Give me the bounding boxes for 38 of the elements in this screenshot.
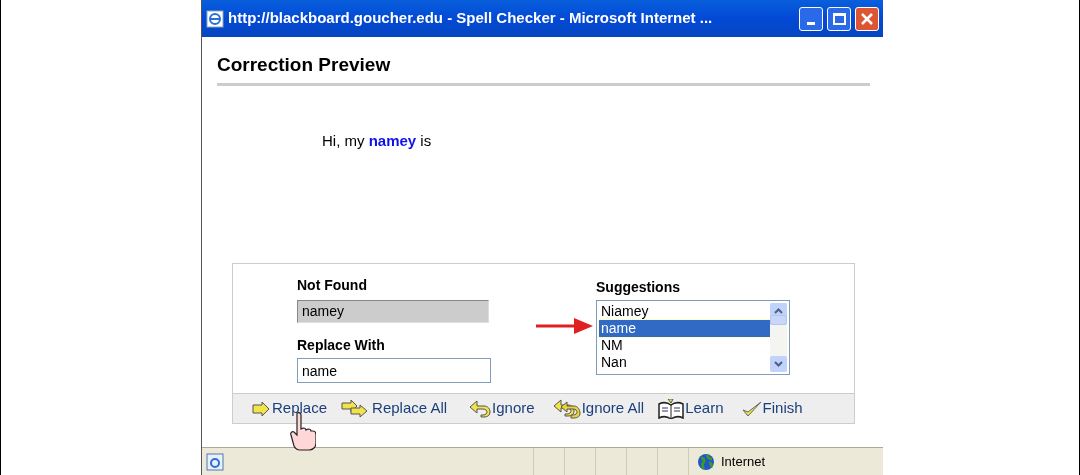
toolbar-link[interactable]: Ignore [469, 397, 535, 420]
scroll-down-button[interactable] [770, 356, 787, 372]
field-label: Suggestions [596, 278, 681, 297]
caret-up-icon [774, 308, 783, 314]
browser-icon [206, 9, 224, 28]
field-label: Replace With [297, 336, 386, 355]
scroll-thumb[interactable] [770, 315, 787, 325]
arrow-icon [536, 317, 594, 335]
minimize-button[interactable] [799, 6, 823, 31]
window-title: http://blackboard.goucher.edu - Spell Checker - Microsoft Internet ... [228, 8, 714, 29]
preview-sentence: Hi, my namey is [322, 131, 433, 151]
u-turn-arrow-icon [469, 399, 492, 418]
toolbar-link[interactable]: Replace All [341, 397, 448, 420]
toolbar-link[interactable]: Learn [658, 397, 724, 420]
globe-icon [697, 452, 715, 471]
suggestions-list[interactable]: Niamey name NM Nan [596, 300, 790, 375]
toolbar-link[interactable]: Replace [251, 397, 328, 420]
double-u-turn-arrow-icon [552, 398, 581, 419]
toolbar-link[interactable]: Ignore All [552, 397, 645, 420]
field-label: Not Found [297, 276, 368, 295]
toolbar-link[interactable]: Finish [741, 397, 803, 420]
page-icon [206, 452, 224, 471]
close-icon [860, 11, 874, 26]
suggestion-item[interactable]: Nan [599, 354, 770, 371]
caret-down-icon [774, 361, 783, 367]
scrollbar[interactable] [770, 303, 787, 372]
security-zone-label: Internet [721, 452, 766, 471]
suggestion-item[interactable]: name [599, 320, 770, 337]
suggestion-item[interactable]: NM [599, 337, 770, 354]
checkmark-icon [741, 400, 762, 417]
close-button[interactable] [855, 6, 879, 31]
page-heading: Correction Preview [217, 53, 392, 77]
book-icon [658, 398, 685, 419]
maximize-button[interactable] [827, 6, 851, 31]
suggestion-item[interactable]: Niamey [599, 303, 770, 320]
replace-with-field[interactable]: name [297, 358, 491, 383]
not-found-field: namey [297, 300, 489, 323]
arrow-icon [251, 400, 271, 417]
